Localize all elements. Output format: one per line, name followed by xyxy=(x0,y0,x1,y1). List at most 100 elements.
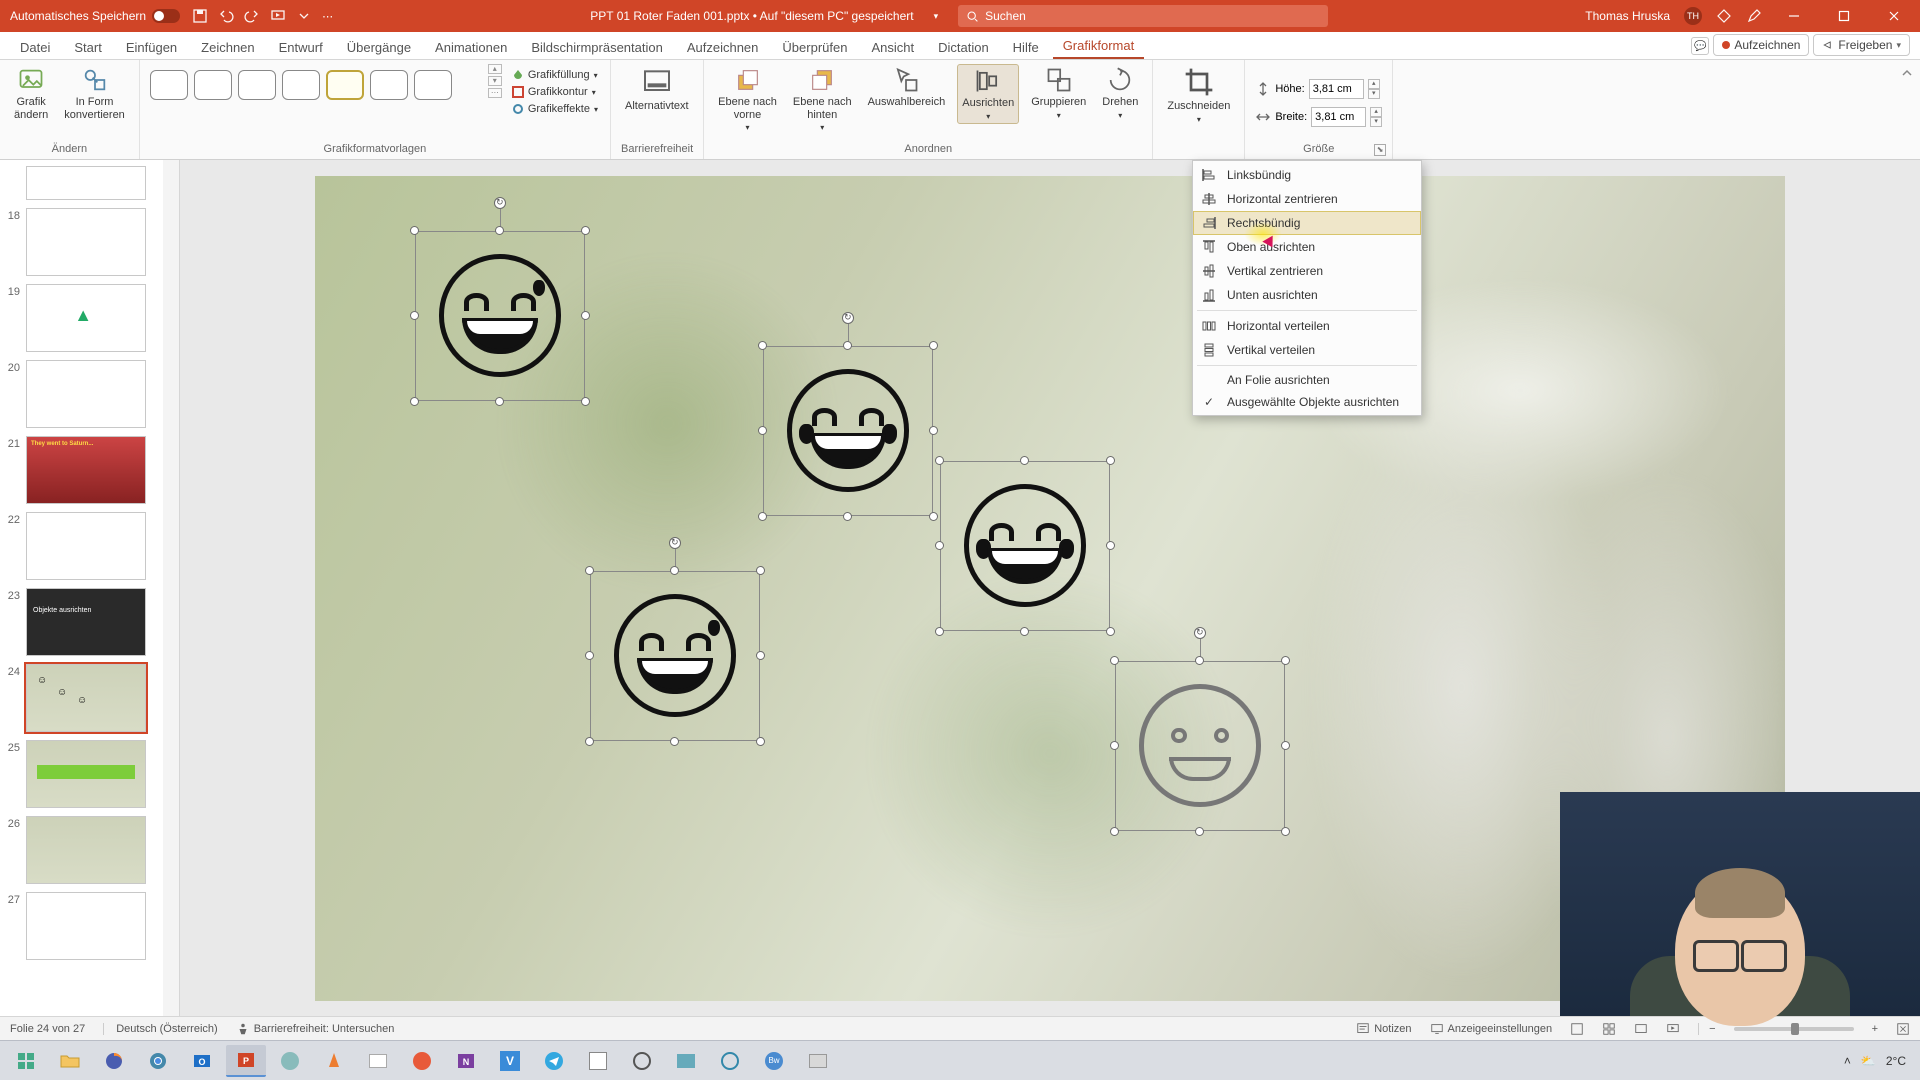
view-reading-button[interactable] xyxy=(1634,1022,1648,1036)
close-button[interactable] xyxy=(1876,0,1912,32)
telegram-app[interactable] xyxy=(534,1045,574,1077)
chrome-app[interactable] xyxy=(138,1045,178,1077)
selected-shape-5[interactable] xyxy=(1115,661,1285,831)
tab-ansicht[interactable]: Ansicht xyxy=(861,35,924,59)
app-generic-7[interactable] xyxy=(710,1045,750,1077)
grafik-aendern-button[interactable]: Grafik ändern xyxy=(10,64,52,123)
tray-chevron-icon[interactable]: ˄ xyxy=(1844,1054,1851,1068)
style-preset[interactable] xyxy=(194,70,232,100)
slide-thumb-22[interactable] xyxy=(26,512,146,580)
rotate-handle[interactable] xyxy=(842,312,854,324)
save-icon[interactable] xyxy=(192,8,208,24)
menu-ausgewaehlte-objekte-ausrichten[interactable]: ✓Ausgewählte Objekte ausrichten xyxy=(1193,391,1421,413)
tab-grafikformat[interactable]: Grafikformat xyxy=(1053,33,1145,59)
tab-aufzeichnen[interactable]: Aufzeichnen xyxy=(677,35,769,59)
slide-counter[interactable]: Folie 24 von 27 xyxy=(10,1023,85,1035)
groesse-dialog-launcher[interactable]: ⬊ xyxy=(1374,144,1386,156)
system-tray[interactable]: ˄ ⛅ 2°C xyxy=(1844,1054,1914,1068)
ausrichten-button[interactable]: Ausrichten▾ xyxy=(957,64,1019,124)
autosave-toggle[interactable]: Automatisches Speichern xyxy=(10,9,180,23)
tab-start[interactable]: Start xyxy=(64,35,111,59)
style-gallery[interactable] xyxy=(150,64,480,100)
menu-linksbuendig[interactable]: Linksbündig xyxy=(1193,163,1421,187)
app-generic-2[interactable] xyxy=(358,1045,398,1077)
thumbs-scroll-up[interactable]: ▴ xyxy=(165,164,177,176)
menu-horizontal-zentrieren[interactable]: Horizontal zentrieren xyxy=(1193,187,1421,211)
alternativtext-button[interactable]: Alternativtext xyxy=(621,64,693,115)
qat-overflow-icon[interactable]: ⋯ xyxy=(322,10,333,23)
slide-thumb-21[interactable]: They went to Saturn... xyxy=(26,436,146,504)
tab-einfuegen[interactable]: Einfügen xyxy=(116,35,187,59)
comments-icon[interactable]: 💬 xyxy=(1691,37,1709,55)
ebene-hinten-button[interactable]: Ebene nach hinten▾ xyxy=(789,64,856,134)
undo-icon[interactable] xyxy=(218,8,234,24)
slide-thumb-23[interactable]: Objekte ausrichten xyxy=(26,588,146,656)
style-preset[interactable] xyxy=(238,70,276,100)
start-button[interactable] xyxy=(6,1045,46,1077)
weather-temp[interactable]: 2°C xyxy=(1886,1054,1906,1068)
style-preset[interactable] xyxy=(282,70,320,100)
collapse-ribbon-icon[interactable] xyxy=(1900,66,1914,80)
grafikkontur-button[interactable]: Grafikkontur▾ xyxy=(510,85,600,99)
slide-thumb-24[interactable]: ☺☺☺ xyxy=(26,664,146,732)
drehen-button[interactable]: Drehen▾ xyxy=(1098,64,1142,122)
search-box[interactable]: Suchen xyxy=(958,5,1328,27)
vlc-app[interactable] xyxy=(314,1045,354,1077)
view-slideshow-button[interactable] xyxy=(1666,1022,1680,1036)
slide-thumb[interactable] xyxy=(26,166,146,200)
zoom-in-button[interactable]: + xyxy=(1872,1023,1878,1035)
onenote-app[interactable]: N xyxy=(446,1045,486,1077)
accessibility-check[interactable]: Barrierefreiheit: Untersuchen xyxy=(236,1022,395,1036)
app-generic-4[interactable] xyxy=(578,1045,618,1077)
rotate-handle[interactable] xyxy=(494,197,506,209)
style-preset[interactable] xyxy=(370,70,408,100)
breite-input[interactable] xyxy=(1311,107,1366,127)
app-generic-9[interactable] xyxy=(798,1045,838,1077)
fit-to-window-button[interactable] xyxy=(1896,1022,1910,1036)
tab-ueberpruefen[interactable]: Überprüfen xyxy=(772,35,857,59)
more-icon[interactable] xyxy=(296,8,312,24)
maximize-button[interactable] xyxy=(1826,0,1862,32)
diamond-icon[interactable] xyxy=(1716,8,1732,24)
slideshow-icon[interactable] xyxy=(270,8,286,24)
zoom-slider[interactable] xyxy=(1734,1027,1854,1031)
menu-vertikal-zentrieren[interactable]: Vertikal zentrieren xyxy=(1193,259,1421,283)
selected-shape-3[interactable] xyxy=(940,461,1110,631)
tab-hilfe[interactable]: Hilfe xyxy=(1003,35,1049,59)
outlook-app[interactable]: O xyxy=(182,1045,222,1077)
selected-shape-4[interactable] xyxy=(590,571,760,741)
grafikfuellung-button[interactable]: Grafikfüllung▾ xyxy=(510,68,600,82)
tab-animationen[interactable]: Animationen xyxy=(425,35,517,59)
auswahlbereich-button[interactable]: Auswahlbereich xyxy=(864,64,950,111)
app-generic-8[interactable]: Bw xyxy=(754,1045,794,1077)
display-settings-button[interactable]: Anzeigeeinstellungen xyxy=(1430,1022,1553,1036)
minimize-button[interactable] xyxy=(1776,0,1812,32)
tab-dictation[interactable]: Dictation xyxy=(928,35,999,59)
tab-uebergaenge[interactable]: Übergänge xyxy=(337,35,421,59)
style-preset[interactable] xyxy=(150,70,188,100)
rotate-handle[interactable] xyxy=(1194,627,1206,639)
breite-spinner[interactable]: ▴▾ xyxy=(1370,107,1382,127)
notes-button[interactable]: Notizen xyxy=(1356,1022,1411,1036)
powerpoint-app[interactable]: P xyxy=(226,1045,266,1077)
pen-icon[interactable] xyxy=(1746,8,1762,24)
style-preset[interactable] xyxy=(326,70,364,100)
slide-thumb-25[interactable] xyxy=(26,740,146,808)
selected-shape-2[interactable] xyxy=(763,346,933,516)
menu-vertikal-verteilen[interactable]: Vertikal verteilen xyxy=(1193,338,1421,362)
slide-thumb-19[interactable]: ▲ xyxy=(26,284,146,352)
zoom-out-button[interactable]: − xyxy=(1698,1023,1715,1035)
record-button[interactable]: Aufzeichnen xyxy=(1713,34,1809,56)
grafikeffekte-button[interactable]: Grafikeffekte▾ xyxy=(510,102,600,116)
menu-an-folie-ausrichten[interactable]: An Folie ausrichten xyxy=(1193,369,1421,391)
slide-thumb-20[interactable] xyxy=(26,360,146,428)
in-form-konvertieren-button[interactable]: In Form konvertieren xyxy=(60,64,129,123)
slide-thumb-26[interactable] xyxy=(26,816,146,884)
user-avatar[interactable]: TH xyxy=(1684,7,1702,25)
menu-oben-ausrichten[interactable]: Oben ausrichten xyxy=(1193,235,1421,259)
tab-datei[interactable]: Datei xyxy=(10,35,60,59)
firefox-app[interactable] xyxy=(94,1045,134,1077)
hoehe-input[interactable] xyxy=(1309,79,1364,99)
style-preset[interactable] xyxy=(414,70,452,100)
app-generic-5[interactable] xyxy=(622,1045,662,1077)
